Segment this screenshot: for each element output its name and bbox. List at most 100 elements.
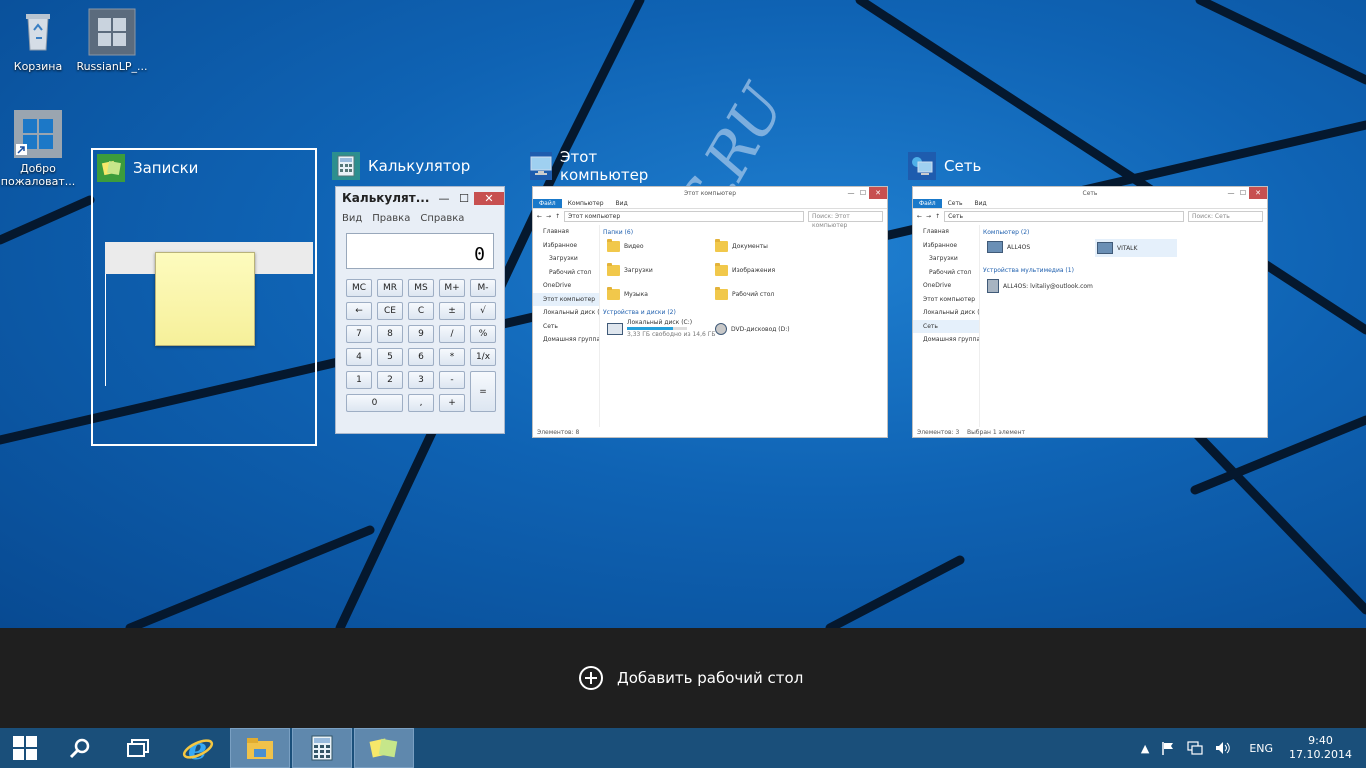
calculator-key[interactable]: √ bbox=[470, 302, 496, 320]
calculator-key[interactable]: 0 bbox=[346, 394, 403, 412]
calculator-key[interactable]: 9 bbox=[408, 325, 434, 343]
welcome-shortcut[interactable]: Добро пожаловат... bbox=[0, 110, 76, 188]
nav-item[interactable]: Рабочий стол bbox=[533, 266, 599, 280]
task-view-button[interactable] bbox=[110, 728, 166, 768]
ribbon-tab-file[interactable]: Файл bbox=[913, 199, 942, 208]
network-computer-item[interactable]: ALL4OS bbox=[987, 241, 1030, 253]
nav-item-selected[interactable]: Этот компьютер bbox=[533, 292, 599, 306]
nav-item[interactable]: Избранное bbox=[913, 239, 979, 253]
calculator-key[interactable]: 1/x bbox=[470, 348, 496, 366]
nav-item[interactable]: Загрузки bbox=[913, 252, 979, 266]
russianlp-shortcut[interactable]: RussianLP_... bbox=[74, 8, 150, 73]
drive-item-c[interactable]: Локальный диск (C:) 3,33 ГБ свободно из … bbox=[607, 319, 716, 338]
nav-item[interactable]: Домашняя группа bbox=[913, 333, 979, 347]
volume-icon[interactable] bbox=[1215, 741, 1231, 755]
ribbon-tab-file[interactable]: Файл bbox=[533, 199, 562, 208]
calculator-key[interactable]: MS bbox=[408, 279, 434, 297]
calculator-key[interactable]: M- bbox=[470, 279, 496, 297]
calculator-key[interactable]: * bbox=[439, 348, 465, 366]
search-button[interactable] bbox=[52, 728, 108, 768]
close-icon[interactable]: ✕ bbox=[474, 191, 504, 205]
forward-icon[interactable]: → bbox=[546, 213, 551, 220]
calculator-key[interactable]: MC bbox=[346, 279, 372, 297]
calculator-key[interactable]: CE bbox=[377, 302, 403, 320]
close-icon[interactable]: ✕ bbox=[869, 187, 887, 199]
calculator-key[interactable]: 1 bbox=[346, 371, 372, 389]
action-center-flag-icon[interactable] bbox=[1161, 741, 1175, 755]
file-explorer-button[interactable] bbox=[230, 728, 290, 768]
minimize-icon[interactable]: — bbox=[845, 187, 857, 199]
show-hidden-icons-icon[interactable]: ▲ bbox=[1141, 742, 1149, 755]
maximize-icon[interactable]: ☐ bbox=[857, 187, 869, 199]
nav-item[interactable]: Домашняя группа bbox=[533, 333, 599, 347]
network-status-icon[interactable] bbox=[1187, 741, 1203, 755]
up-icon[interactable]: ↑ bbox=[935, 213, 940, 220]
nav-item[interactable]: Главная bbox=[533, 225, 599, 239]
address-bar[interactable]: Сеть bbox=[944, 210, 1184, 222]
recycle-bin-shortcut[interactable]: Корзина bbox=[0, 8, 76, 73]
calculator-key[interactable]: 6 bbox=[408, 348, 434, 366]
up-icon[interactable]: ↑ bbox=[555, 213, 560, 220]
folder-item[interactable]: Рабочий стол bbox=[715, 287, 774, 300]
calculator-key[interactable]: , bbox=[408, 394, 434, 412]
calculator-key[interactable]: % bbox=[470, 325, 496, 343]
ribbon-tab-computer[interactable]: Компьютер bbox=[562, 200, 610, 207]
ribbon-tab-network[interactable]: Сеть bbox=[942, 200, 969, 207]
language-indicator[interactable]: ENG bbox=[1249, 742, 1273, 755]
calculator-key[interactable]: / bbox=[439, 325, 465, 343]
network-computer-item-selected[interactable]: VITALK bbox=[1095, 239, 1178, 257]
add-desktop-button[interactable]: Добавить рабочий стол bbox=[579, 666, 803, 690]
nav-item[interactable]: Рабочий стол bbox=[913, 266, 979, 280]
nav-item[interactable]: Избранное bbox=[533, 239, 599, 253]
folder-item[interactable]: Музыка bbox=[607, 287, 648, 300]
minimize-icon[interactable]: — bbox=[434, 192, 454, 205]
folder-item[interactable]: Изображения bbox=[715, 263, 775, 276]
nav-item-selected[interactable]: Сеть bbox=[913, 319, 979, 333]
menu-help[interactable]: Справка bbox=[420, 213, 464, 224]
calculator-key[interactable]: 8 bbox=[377, 325, 403, 343]
menu-view[interactable]: Вид bbox=[342, 213, 362, 224]
menu-edit[interactable]: Правка bbox=[372, 213, 410, 224]
calculator-key[interactable]: MR bbox=[377, 279, 403, 297]
ribbon-tab-view[interactable]: Вид bbox=[610, 200, 634, 207]
folder-item[interactable]: Документы bbox=[715, 239, 768, 252]
nav-item[interactable]: Сеть bbox=[533, 320, 599, 334]
sticky-notes-button[interactable] bbox=[354, 728, 414, 768]
nav-item[interactable]: Локальный диск (C:) bbox=[533, 306, 599, 320]
back-icon[interactable]: ← bbox=[537, 213, 542, 220]
folder-item[interactable]: Загрузки bbox=[607, 263, 653, 276]
calculator-key[interactable]: + bbox=[439, 394, 465, 412]
calculator-key[interactable]: 2 bbox=[377, 371, 403, 389]
calculator-button[interactable] bbox=[292, 728, 352, 768]
nav-item[interactable]: OneDrive bbox=[913, 279, 979, 293]
calculator-key[interactable]: 4 bbox=[346, 348, 372, 366]
calculator-key[interactable]: 7 bbox=[346, 325, 372, 343]
calculator-key[interactable]: M+ bbox=[439, 279, 465, 297]
back-icon[interactable]: ← bbox=[917, 213, 922, 220]
nav-item[interactable]: Главная bbox=[913, 225, 979, 239]
task-view-thumbnail-sticky-notes[interactable]: Записки bbox=[91, 148, 317, 446]
ribbon-tab-view[interactable]: Вид bbox=[969, 200, 993, 207]
calculator-key[interactable]: - bbox=[439, 371, 465, 389]
sticky-note[interactable] bbox=[155, 252, 255, 346]
calculator-key[interactable]: ← bbox=[346, 302, 372, 320]
clock[interactable]: 9:40 17.10.2014 bbox=[1289, 734, 1352, 762]
address-bar[interactable]: Этот компьютер bbox=[564, 210, 804, 222]
folder-item[interactable]: Видео bbox=[607, 239, 644, 252]
start-button[interactable] bbox=[0, 728, 50, 768]
calculator-key[interactable]: 5 bbox=[377, 348, 403, 366]
nav-item[interactable]: Этот компьютер bbox=[913, 293, 979, 307]
calculator-key[interactable]: C bbox=[408, 302, 434, 320]
internet-explorer-button[interactable]: e bbox=[168, 728, 228, 768]
nav-item[interactable]: Загрузки bbox=[533, 252, 599, 266]
search-box[interactable]: Поиск: Этот компьютер bbox=[808, 210, 883, 229]
minimize-icon[interactable]: — bbox=[1225, 187, 1237, 199]
media-device-item[interactable]: ALL4OS: lvitaliy@outlook.com bbox=[987, 279, 1093, 293]
nav-item[interactable]: Локальный диск (C:) bbox=[913, 306, 979, 320]
search-box[interactable]: Поиск: Сеть bbox=[1188, 210, 1263, 222]
forward-icon[interactable]: → bbox=[926, 213, 931, 220]
calculator-key[interactable]: = bbox=[470, 371, 496, 412]
maximize-icon[interactable]: ☐ bbox=[454, 192, 474, 205]
drive-item-d[interactable]: DVD-дисковод (D:) bbox=[715, 323, 790, 335]
nav-item[interactable]: OneDrive bbox=[533, 279, 599, 293]
